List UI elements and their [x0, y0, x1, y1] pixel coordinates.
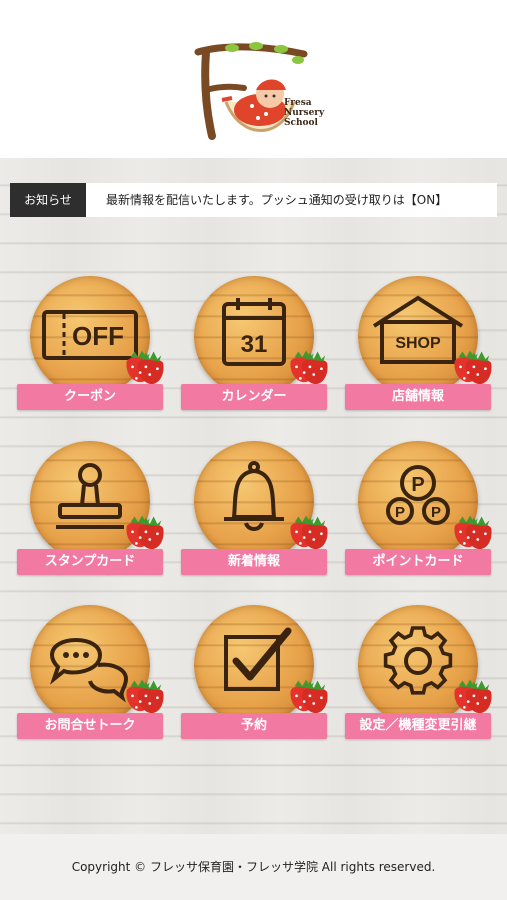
news-ticker[interactable]: お知らせ 最新情報を配信いたします。プッシュ通知の受け取りは【ON】	[10, 183, 497, 217]
logo-line-1: Fresa	[284, 98, 312, 108]
strawberry-icon	[454, 515, 492, 550]
copyright-text: Copyright © フレッサ保育園・フレッサ学院 All rights re…	[71, 860, 436, 874]
app-header: Fresa Nursery School	[0, 0, 507, 158]
strawberry-icon	[126, 350, 164, 385]
strawberry-icon	[454, 350, 492, 385]
menu-label: ポイントカード	[345, 549, 491, 575]
menu-coupon[interactable]: OFF クーポン	[17, 276, 167, 416]
strawberry-icon	[290, 679, 328, 714]
menu-reservation[interactable]: 予約	[181, 605, 331, 745]
svg-text:P: P	[411, 474, 424, 496]
strawberry-icon	[290, 350, 328, 385]
svg-text:SHOP: SHOP	[395, 335, 441, 352]
news-text: 最新情報を配信いたします。プッシュ通知の受け取りは【ON】	[106, 193, 448, 207]
menu-label: 設定／機種変更引継	[345, 713, 491, 739]
menu-inquiry-talk[interactable]: お問合せトーク	[17, 605, 167, 745]
svg-text:OFF: OFF	[72, 321, 124, 351]
logo-line-2: Nursery	[284, 108, 325, 118]
menu-label: 店舗情報	[345, 384, 491, 410]
logo-line-3: School	[284, 118, 318, 128]
menu-label: お問合せトーク	[17, 713, 163, 739]
menu-label: 予約	[181, 713, 327, 739]
svg-text:31: 31	[241, 331, 268, 358]
menu-shop-info[interactable]: SHOP 店舗情報	[345, 276, 495, 416]
fresa-logo	[194, 42, 308, 140]
svg-text:P: P	[395, 504, 405, 521]
menu-calendar[interactable]: 31 カレンダー	[181, 276, 331, 416]
svg-text:P: P	[431, 504, 441, 521]
strawberry-icon	[126, 679, 164, 714]
strawberry-icon	[290, 515, 328, 550]
logo-text: Fresa Nursery School	[284, 98, 324, 128]
menu-news[interactable]: 新着情報	[181, 441, 331, 581]
menu-stamp-card[interactable]: スタンプカード	[17, 441, 167, 581]
menu-point-card[interactable]: P P P ポイントカード	[345, 441, 495, 581]
strawberry-icon	[126, 515, 164, 550]
strawberry-icon	[454, 679, 492, 714]
menu-label: クーポン	[17, 384, 163, 410]
news-label: お知らせ	[10, 183, 86, 217]
menu-settings-transfer[interactable]: 設定／機種変更引継	[345, 605, 495, 745]
menu-label: カレンダー	[181, 384, 327, 410]
menu-label: スタンプカード	[17, 549, 163, 575]
menu-label: 新着情報	[181, 549, 327, 575]
